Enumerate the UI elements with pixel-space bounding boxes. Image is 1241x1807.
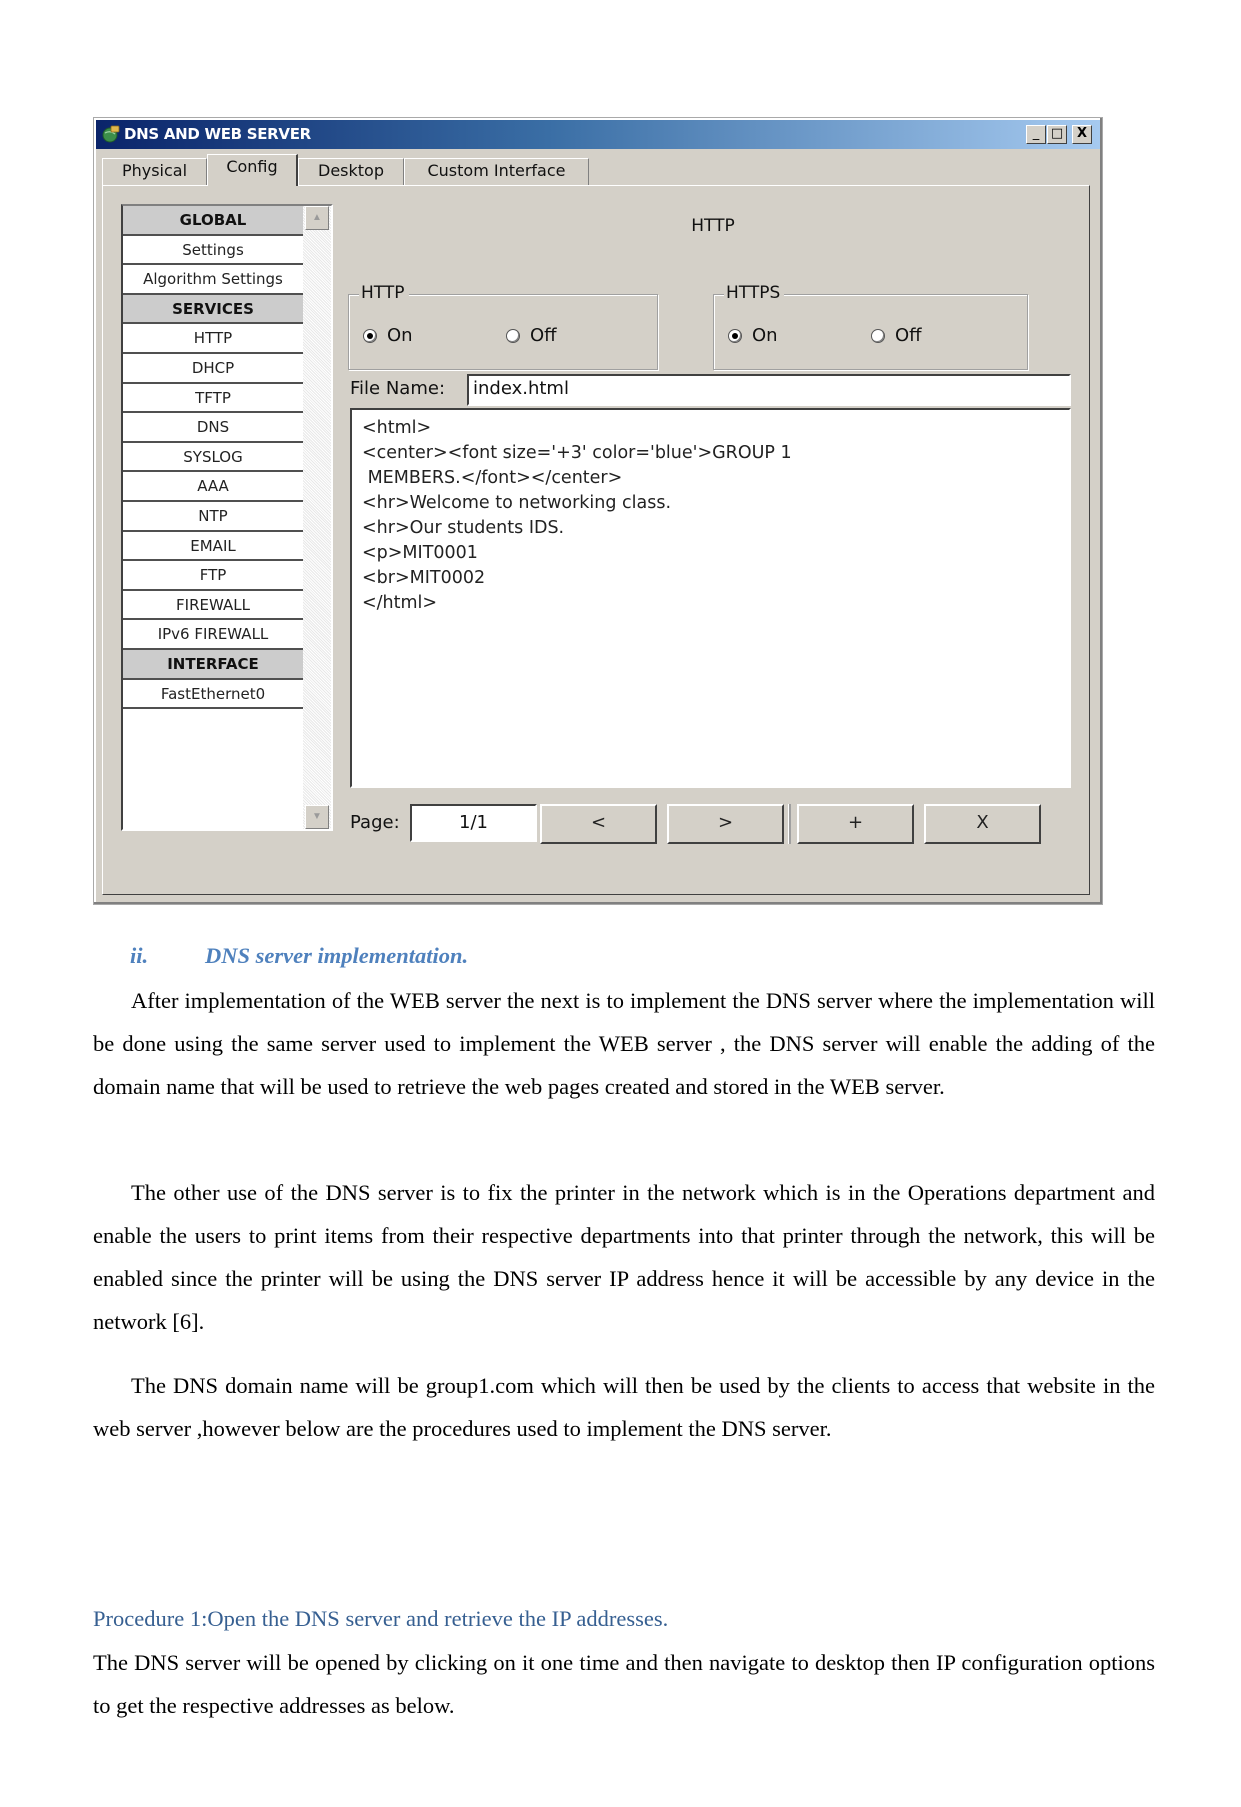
section-heading: ii. DNS server implementation. [130,943,468,969]
body-paragraph: The other use of the DNS server is to fi… [93,1180,1155,1334]
close-button[interactable]: X [1072,125,1092,144]
maximize-button[interactable]: □ [1047,125,1067,144]
http-on-radio[interactable]: On [363,325,413,346]
http-off-label: Off [530,325,557,346]
scroll-up-icon[interactable]: ▲ [305,206,329,230]
http-on-label: On [387,325,413,346]
html-editor-textarea[interactable]: <html> <center><font size='+3' color='bl… [350,408,1071,788]
sidebar-scrollbar[interactable]: ▲ ▼ [303,206,331,829]
page-input[interactable]: 1/1 [410,804,537,842]
sidebar-item-ipv6-firewall[interactable]: IPv6 FIREWALL [123,620,303,650]
sidebar-item-syslog[interactable]: SYSLOG [123,442,303,473]
editor-line: <p>MIT0001 [362,543,478,563]
sidebar-list: GLOBAL Settings Algorithm Settings SERVI… [123,206,303,710]
editor-line: <html> [362,418,432,438]
procedure-heading: Procedure 1:Open the DNS server and retr… [93,1606,669,1631]
https-off-label: Off [895,325,922,346]
tab-desktop[interactable]: Desktop [298,158,404,185]
button-separator [788,804,791,844]
title-bar[interactable]: DNS AND WEB SERVER _ □ X [96,120,1100,149]
next-page-button[interactable]: > [667,804,784,844]
radio-checked-icon [728,328,742,343]
sidebar-section-services: SERVICES [123,294,303,325]
service-heading: HTTP [691,216,735,236]
procedure-paragraph: The DNS server will be opened by clickin… [93,1650,1155,1718]
window-title: DNS AND WEB SERVER [124,125,311,143]
body-paragraph: The DNS domain name will be group1.com w… [93,1373,1155,1441]
tab-config[interactable]: Config [207,154,298,186]
tab-physical[interactable]: Physical [102,158,207,185]
dns-web-server-window: DNS AND WEB SERVER _ □ X Physical Config… [93,117,1103,905]
https-on-label: On [752,325,778,346]
sidebar-item-tftp[interactable]: TFTP [123,383,303,414]
sidebar-item-aaa[interactable]: AAA [123,472,303,502]
https-on-radio[interactable]: On [728,325,778,346]
http-legend: HTTP [359,283,409,303]
server-globe-icon [102,125,120,143]
add-page-button[interactable]: + [797,804,914,844]
http-fieldset: HTTP On Off [348,283,658,370]
section-title: DNS server implementation. [205,943,469,968]
editor-line: <br>MIT0002 [362,568,486,588]
editor-line: <hr>Our students IDS. [362,518,565,538]
sidebar-item-http[interactable]: HTTP [123,324,303,354]
previous-page-button[interactable]: < [540,804,657,844]
sidebar-item-firewall[interactable]: FIREWALL [123,590,303,621]
section-number: ii. [130,943,149,968]
https-off-radio[interactable]: Off [871,325,922,346]
sidebar-item-email[interactable]: EMAIL [123,531,303,562]
http-off-radio[interactable]: Off [506,325,557,346]
minimize-button[interactable]: _ [1026,125,1046,144]
https-fieldset: HTTPS On Off [713,283,1028,370]
sidebar-section-global: GLOBAL [123,206,303,236]
editor-line: <center><font size='+3' color='blue'>GRO… [362,443,792,463]
editor-line: <hr>Welcome to networking class. [362,493,672,513]
config-panel: GLOBAL Settings Algorithm Settings SERVI… [102,185,1090,895]
sidebar-item-dhcp[interactable]: DHCP [123,353,303,384]
radio-unchecked-icon [506,328,520,343]
file-name-input[interactable]: index.html [467,374,1071,406]
sidebar-item-fastethernet0[interactable]: FastEthernet0 [123,679,303,710]
radio-unchecked-icon [871,328,885,343]
delete-page-button[interactable]: X [924,804,1041,844]
sidebar-item-settings[interactable]: Settings [123,235,303,266]
page-label: Page: [350,812,400,833]
sidebar-item-ntp[interactable]: NTP [123,501,303,532]
sidebar-section-interface: INTERFACE [123,649,303,680]
tab-custom-interface[interactable]: Custom Interface [404,158,589,185]
scroll-down-icon[interactable]: ▼ [305,805,329,829]
file-name-label: File Name: [350,378,446,399]
https-legend: HTTPS [724,283,785,303]
config-sidebar: GLOBAL Settings Algorithm Settings SERVI… [121,204,333,831]
sidebar-item-ftp[interactable]: FTP [123,561,303,591]
sidebar-item-dns[interactable]: DNS [123,413,303,443]
editor-line: </html> [362,593,438,613]
body-paragraph: After implementation of the WEB server t… [93,988,1155,1099]
radio-checked-icon [363,328,377,343]
sidebar-item-algorithm-settings[interactable]: Algorithm Settings [123,265,303,295]
editor-line: MEMBERS.</font></center> [362,468,623,488]
